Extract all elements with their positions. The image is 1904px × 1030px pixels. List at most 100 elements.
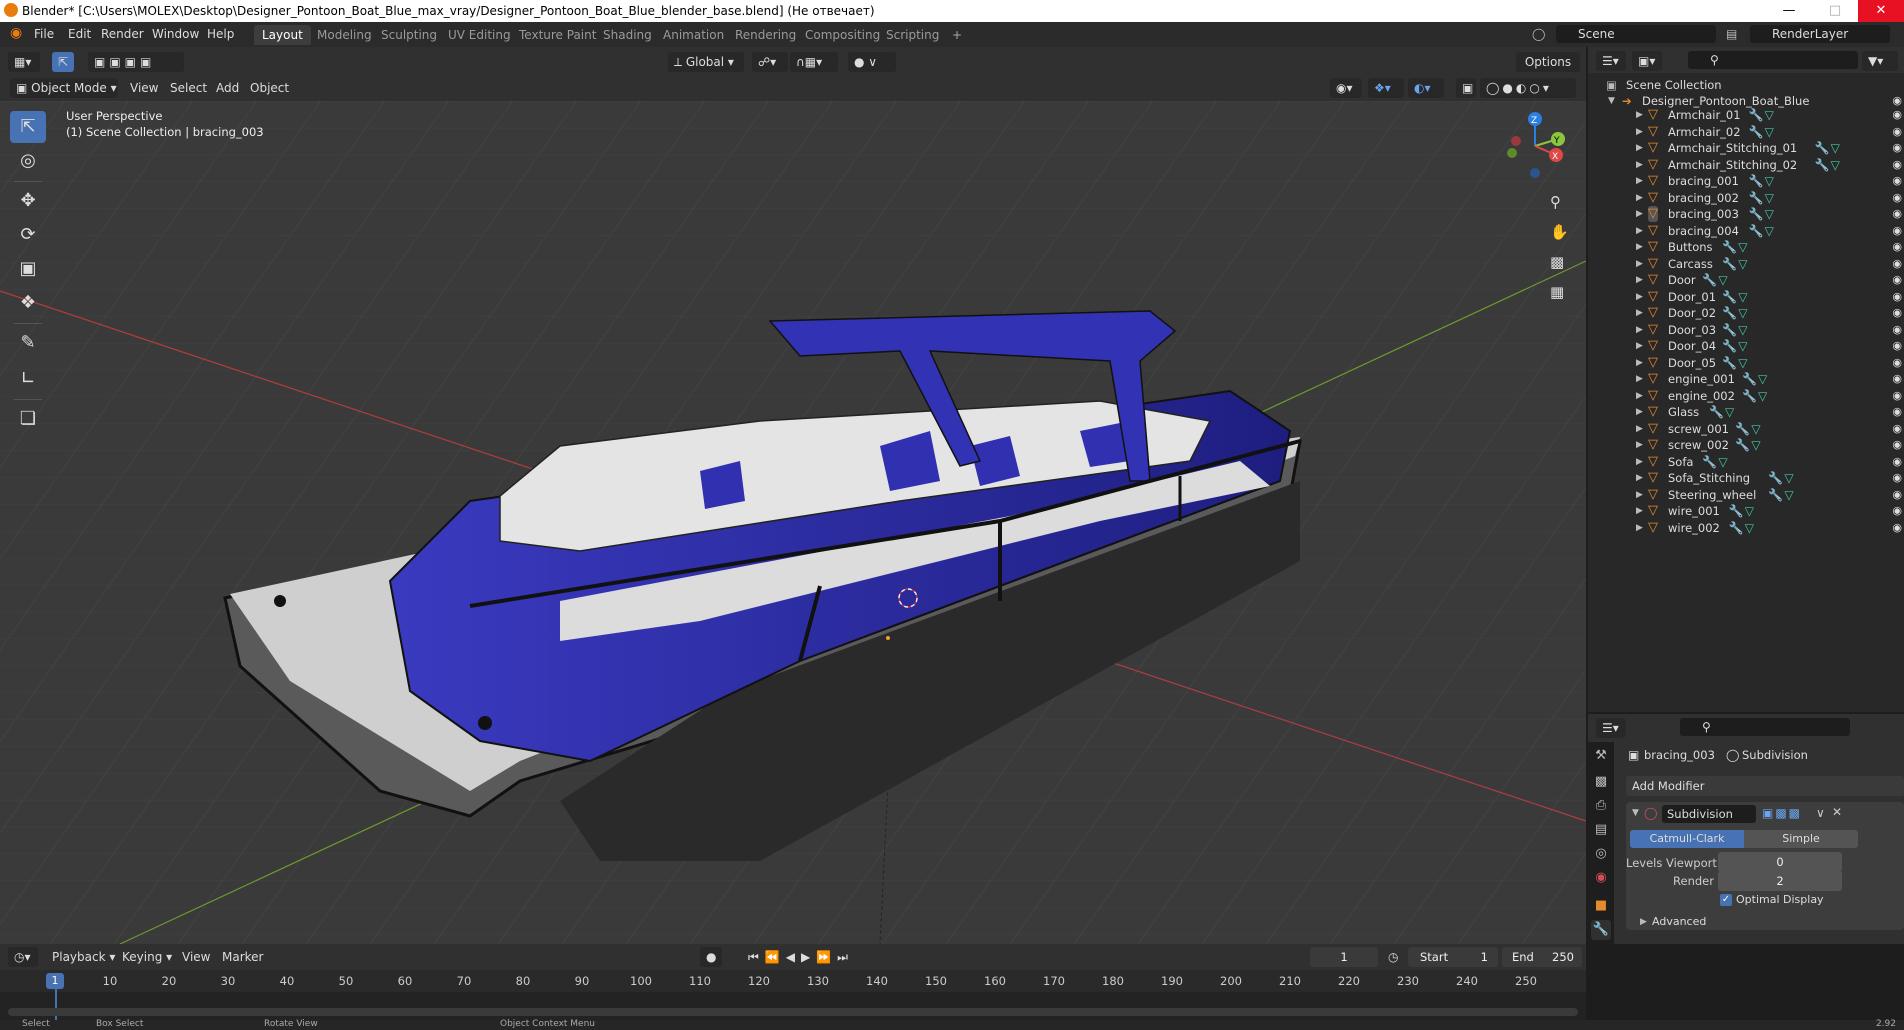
modifier-wrench-icon[interactable]: 🔧 (1749, 190, 1764, 206)
outliner-item[interactable]: ▶ ▽ engine_002 🔧 ▽ ◉ (1588, 388, 1904, 404)
outliner-item[interactable]: ▶ ▽ Door_02 🔧 ▽ ◉ (1588, 305, 1904, 321)
visibility-eye-icon[interactable]: ◉ (1892, 388, 1902, 404)
expand-arrow-icon[interactable]: ▶ (1636, 454, 1643, 470)
menu-render[interactable]: Render (101, 27, 144, 41)
mesh-data-icon[interactable]: ▽ (1725, 404, 1734, 420)
expand-arrow-icon[interactable]: ▶ (1636, 289, 1643, 305)
expand-arrow-icon[interactable]: ▶ (1636, 157, 1643, 173)
measure-tool-icon[interactable]: ∟ (10, 363, 46, 395)
cursor-tool-icon[interactable]: ◎ (10, 145, 46, 177)
modifier-wrench-icon[interactable]: 🔧 (1749, 107, 1764, 123)
mesh-data-icon[interactable]: ▽ (1745, 520, 1754, 536)
modifier-wrench-icon[interactable]: 🔧 (1768, 470, 1783, 486)
expand-arrow-icon[interactable]: ▶ (1636, 256, 1643, 272)
select-box-tool-icon[interactable]: ⇱ (10, 111, 46, 143)
outliner-item[interactable]: ▶ ▽ bracing_002 🔧 ▽ ◉ (1588, 190, 1904, 206)
view-layer-tab-icon[interactable]: ▤ (1591, 820, 1611, 840)
visibility-eye-icon[interactable]: ◉ (1892, 355, 1902, 371)
modifier-wrench-icon[interactable]: 🔧 (1722, 256, 1737, 272)
expand-arrow-icon[interactable]: ▶ (1636, 470, 1643, 486)
visibility-eye-icon[interactable]: ◉ (1892, 437, 1902, 453)
add-modifier-dropdown[interactable]: Add Modifier (1626, 776, 1904, 796)
viewport-menu-select[interactable]: Select (170, 78, 207, 98)
annotate-tool-icon[interactable]: ✎ (10, 327, 46, 359)
mesh-data-icon[interactable]: ▽ (1738, 305, 1747, 321)
outliner-item[interactable]: ▶ ▽ bracing_003 🔧 ▽ ◉ (1588, 206, 1904, 222)
mesh-data-icon[interactable]: ▽ (1751, 437, 1760, 453)
visibility-eye-icon[interactable]: ◉ (1892, 338, 1902, 354)
modifier-wrench-icon[interactable]: 🔧 (1735, 421, 1750, 437)
outliner-item[interactable]: ▶ ▽ Door_05 🔧 ▽ ◉ (1588, 355, 1904, 371)
outliner-search-input[interactable]: ⚲ (1688, 51, 1858, 69)
outliner-editor-icon[interactable]: ☰▾ (1596, 51, 1626, 71)
mesh-data-icon[interactable]: ▽ (1765, 173, 1774, 189)
mesh-data-icon[interactable]: ▽ (1738, 338, 1747, 354)
mesh-data-icon[interactable]: ▽ (1765, 190, 1774, 206)
visibility-eye-icon[interactable]: ◉ (1892, 124, 1902, 140)
expand-arrow-icon[interactable]: ▶ (1636, 322, 1643, 338)
mesh-data-icon[interactable]: ▽ (1738, 355, 1747, 371)
mesh-data-icon[interactable]: ▽ (1738, 239, 1747, 255)
viewport-menu-object[interactable]: Object (250, 78, 289, 98)
outliner-item[interactable]: ▶ ▽ screw_001 🔧 ▽ ◉ (1588, 421, 1904, 437)
mesh-data-icon[interactable]: ▽ (1751, 421, 1760, 437)
render-levels-field[interactable]: 2 (1718, 871, 1842, 891)
filter-icon[interactable]: ▼▾ (1862, 51, 1898, 71)
modifier-wrench-icon[interactable]: 🔧 (1702, 454, 1717, 470)
mesh-data-icon[interactable]: ▽ (1765, 223, 1774, 239)
display-mode-icon[interactable]: ▣▾ (1632, 51, 1662, 71)
timeline-menu-view[interactable]: View (182, 947, 210, 967)
simple-button[interactable]: Simple (1744, 830, 1858, 848)
modifier-options-icon[interactable]: ∨ (1816, 806, 1825, 820)
tab-animation[interactable]: Animation (655, 25, 732, 45)
visibility-eye-icon[interactable]: ◉ (1892, 272, 1902, 288)
visibility-eye-icon[interactable]: ◉ (1892, 305, 1902, 321)
modifier-wrench-icon[interactable]: 🔧 (1749, 124, 1764, 140)
add-cube-tool-icon[interactable]: ❏ (10, 403, 46, 435)
expand-arrow-icon[interactable]: ▶ (1636, 421, 1643, 437)
visibility-eye-icon[interactable]: ◉ (1892, 371, 1902, 387)
output-tab-icon[interactable]: ⎙ (1591, 796, 1611, 816)
blender-menu-icon[interactable]: ◉ (10, 25, 22, 41)
advanced-expand-icon[interactable]: ▶ (1640, 917, 1647, 927)
modifier-name-field[interactable]: Subdivision (1662, 805, 1756, 823)
maximize-icon[interactable]: □ (1812, 0, 1858, 22)
outliner-item[interactable]: ▶ ▽ Buttons 🔧 ▽ ◉ (1588, 239, 1904, 255)
scale-tool-icon[interactable]: ▣ (10, 253, 46, 285)
expand-arrow-icon[interactable]: ▶ (1636, 190, 1643, 206)
mesh-data-icon[interactable]: ▽ (1784, 487, 1793, 503)
gizmo-toggle-icon[interactable]: ❖▾ (1368, 78, 1404, 98)
view-layer-selector[interactable]: RenderLayer (1750, 25, 1890, 43)
properties-editor-icon[interactable]: ☰▾ (1596, 718, 1626, 738)
scene-tab-icon[interactable]: ◎ (1591, 844, 1611, 864)
modifier-wrench-icon[interactable]: 🔧 (1709, 404, 1724, 420)
outliner-item[interactable]: ▶ ▽ Armchair_02 🔧 ▽ ◉ (1588, 124, 1904, 140)
outliner-item[interactable]: ▶ ▽ Door_01 🔧 ▽ ◉ (1588, 289, 1904, 305)
viewport-menu-view[interactable]: View (130, 78, 158, 98)
visibility-eye-icon[interactable]: ◉ (1892, 190, 1902, 206)
gizmo-axes[interactable]: Z Y X (1500, 111, 1570, 181)
auto-keying-icon[interactable]: ● (700, 947, 722, 967)
mesh-data-icon[interactable]: ▽ (1738, 289, 1747, 305)
expand-arrow-icon[interactable]: ▶ (1636, 206, 1643, 222)
pivot-point-icon[interactable]: ☍▾ (752, 52, 788, 72)
tab-compositing[interactable]: Compositing (797, 25, 888, 45)
viewport-menu-add[interactable]: Add (216, 78, 239, 98)
camera-view-icon[interactable]: ▩ (1550, 253, 1564, 271)
tab-texture-paint[interactable]: Texture Paint (511, 25, 604, 45)
modifier-wrench-icon[interactable]: 🔧 (1722, 305, 1737, 321)
tab-rendering[interactable]: Rendering (727, 25, 804, 45)
editor-type-icon[interactable]: ▦▾ (8, 52, 40, 72)
menu-help[interactable]: Help (207, 27, 234, 41)
outliner-item[interactable]: ▶ ▽ wire_001 🔧 ▽ ◉ (1588, 503, 1904, 519)
collapse-arrow-icon[interactable]: ▼ (1632, 808, 1639, 818)
visibility-eye-icon[interactable]: ◉ (1892, 487, 1902, 503)
timeline-editor-icon[interactable]: ◷▾ (8, 947, 38, 967)
end-frame-field[interactable]: End 250 (1502, 947, 1582, 967)
shading-mode-icons[interactable]: ◯●◐○▾ (1480, 78, 1576, 98)
visibility-eye-icon[interactable]: ◉ (1892, 140, 1902, 156)
modifier-wrench-icon[interactable]: 🔧 (1735, 437, 1750, 453)
timeline-playhead[interactable]: 1 (46, 973, 64, 989)
modifier-wrench-icon[interactable]: 🔧 (1729, 503, 1744, 519)
mesh-data-icon[interactable]: ▽ (1831, 157, 1840, 173)
